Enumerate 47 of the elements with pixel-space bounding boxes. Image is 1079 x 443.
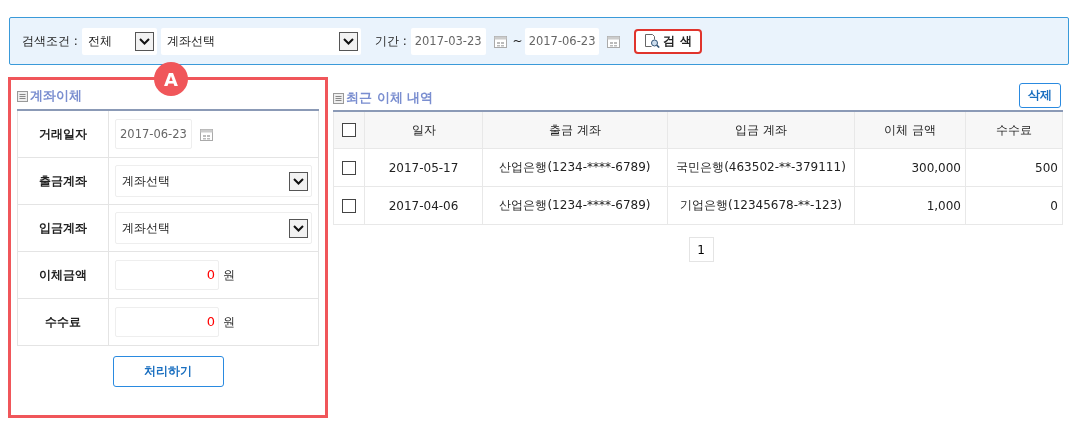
start-date-field[interactable]: 2017-03-23	[410, 27, 486, 55]
account-select[interactable]: 계좌선택	[115, 165, 312, 197]
table-cell: 300,000	[911, 160, 961, 175]
amount-field[interactable]: 0	[115, 307, 219, 337]
date-field[interactable]: 2017-06-23	[115, 119, 192, 149]
checkbox[interactable]	[342, 160, 356, 175]
field-label: 이체금액	[18, 252, 109, 298]
table-cell: 2017-05-17	[388, 160, 459, 175]
process-button[interactable]: 처리하기	[112, 356, 224, 387]
list-icon	[17, 90, 28, 102]
table-cell: 2017-04-06	[388, 198, 459, 213]
callout-badge: A	[154, 62, 188, 96]
scope-select[interactable]: 전체	[81, 27, 157, 55]
unit-label: 원	[223, 266, 235, 284]
date-separator: ~	[512, 34, 523, 48]
account-select[interactable]: 계좌선택	[160, 27, 361, 55]
account-select[interactable]: 계좌선택	[115, 212, 312, 244]
section-title: 계좌이체	[30, 87, 82, 105]
unit-label: 원	[223, 313, 235, 331]
checkbox[interactable]	[342, 198, 356, 213]
section-title: 최근 이체 내역	[346, 89, 434, 107]
table-cell: 500	[1035, 160, 1058, 175]
search-condition-label: 검색조건 :	[22, 32, 78, 50]
table-cell: 국민은행(463502-**-379111)	[676, 160, 846, 174]
table-cell: 기업은행(12345678-**-123)	[680, 198, 842, 212]
page-button[interactable]: 1	[688, 237, 714, 262]
column-header: 수수료	[996, 122, 1032, 137]
field-label: 출금계좌	[18, 158, 109, 204]
list-icon	[333, 92, 344, 104]
table-cell: 산업은행(1234-****-6789)	[499, 198, 651, 212]
column-header: 이체 금액	[884, 122, 936, 137]
amount-field[interactable]: 0	[115, 260, 219, 290]
delete-button[interactable]: 삭제	[1019, 83, 1061, 108]
checkbox[interactable]	[342, 123, 356, 138]
table-cell: 산업은행(1234-****-6789)	[499, 160, 651, 174]
column-header: 입금 계좌	[735, 122, 787, 137]
column-header: 출금 계좌	[549, 122, 601, 137]
search-icon	[644, 34, 661, 48]
end-date-field[interactable]: 2017-06-23	[524, 27, 600, 55]
table-cell: 0	[1050, 198, 1058, 213]
table-cell: 1,000	[926, 198, 961, 213]
field-label: 입금계좌	[18, 205, 109, 251]
field-label: 수수료	[18, 299, 109, 345]
field-label: 거래일자	[18, 111, 109, 157]
search-button[interactable]: 검 색	[634, 28, 702, 54]
period-label: 기간 :	[374, 32, 407, 50]
column-header: 일자	[411, 122, 436, 137]
